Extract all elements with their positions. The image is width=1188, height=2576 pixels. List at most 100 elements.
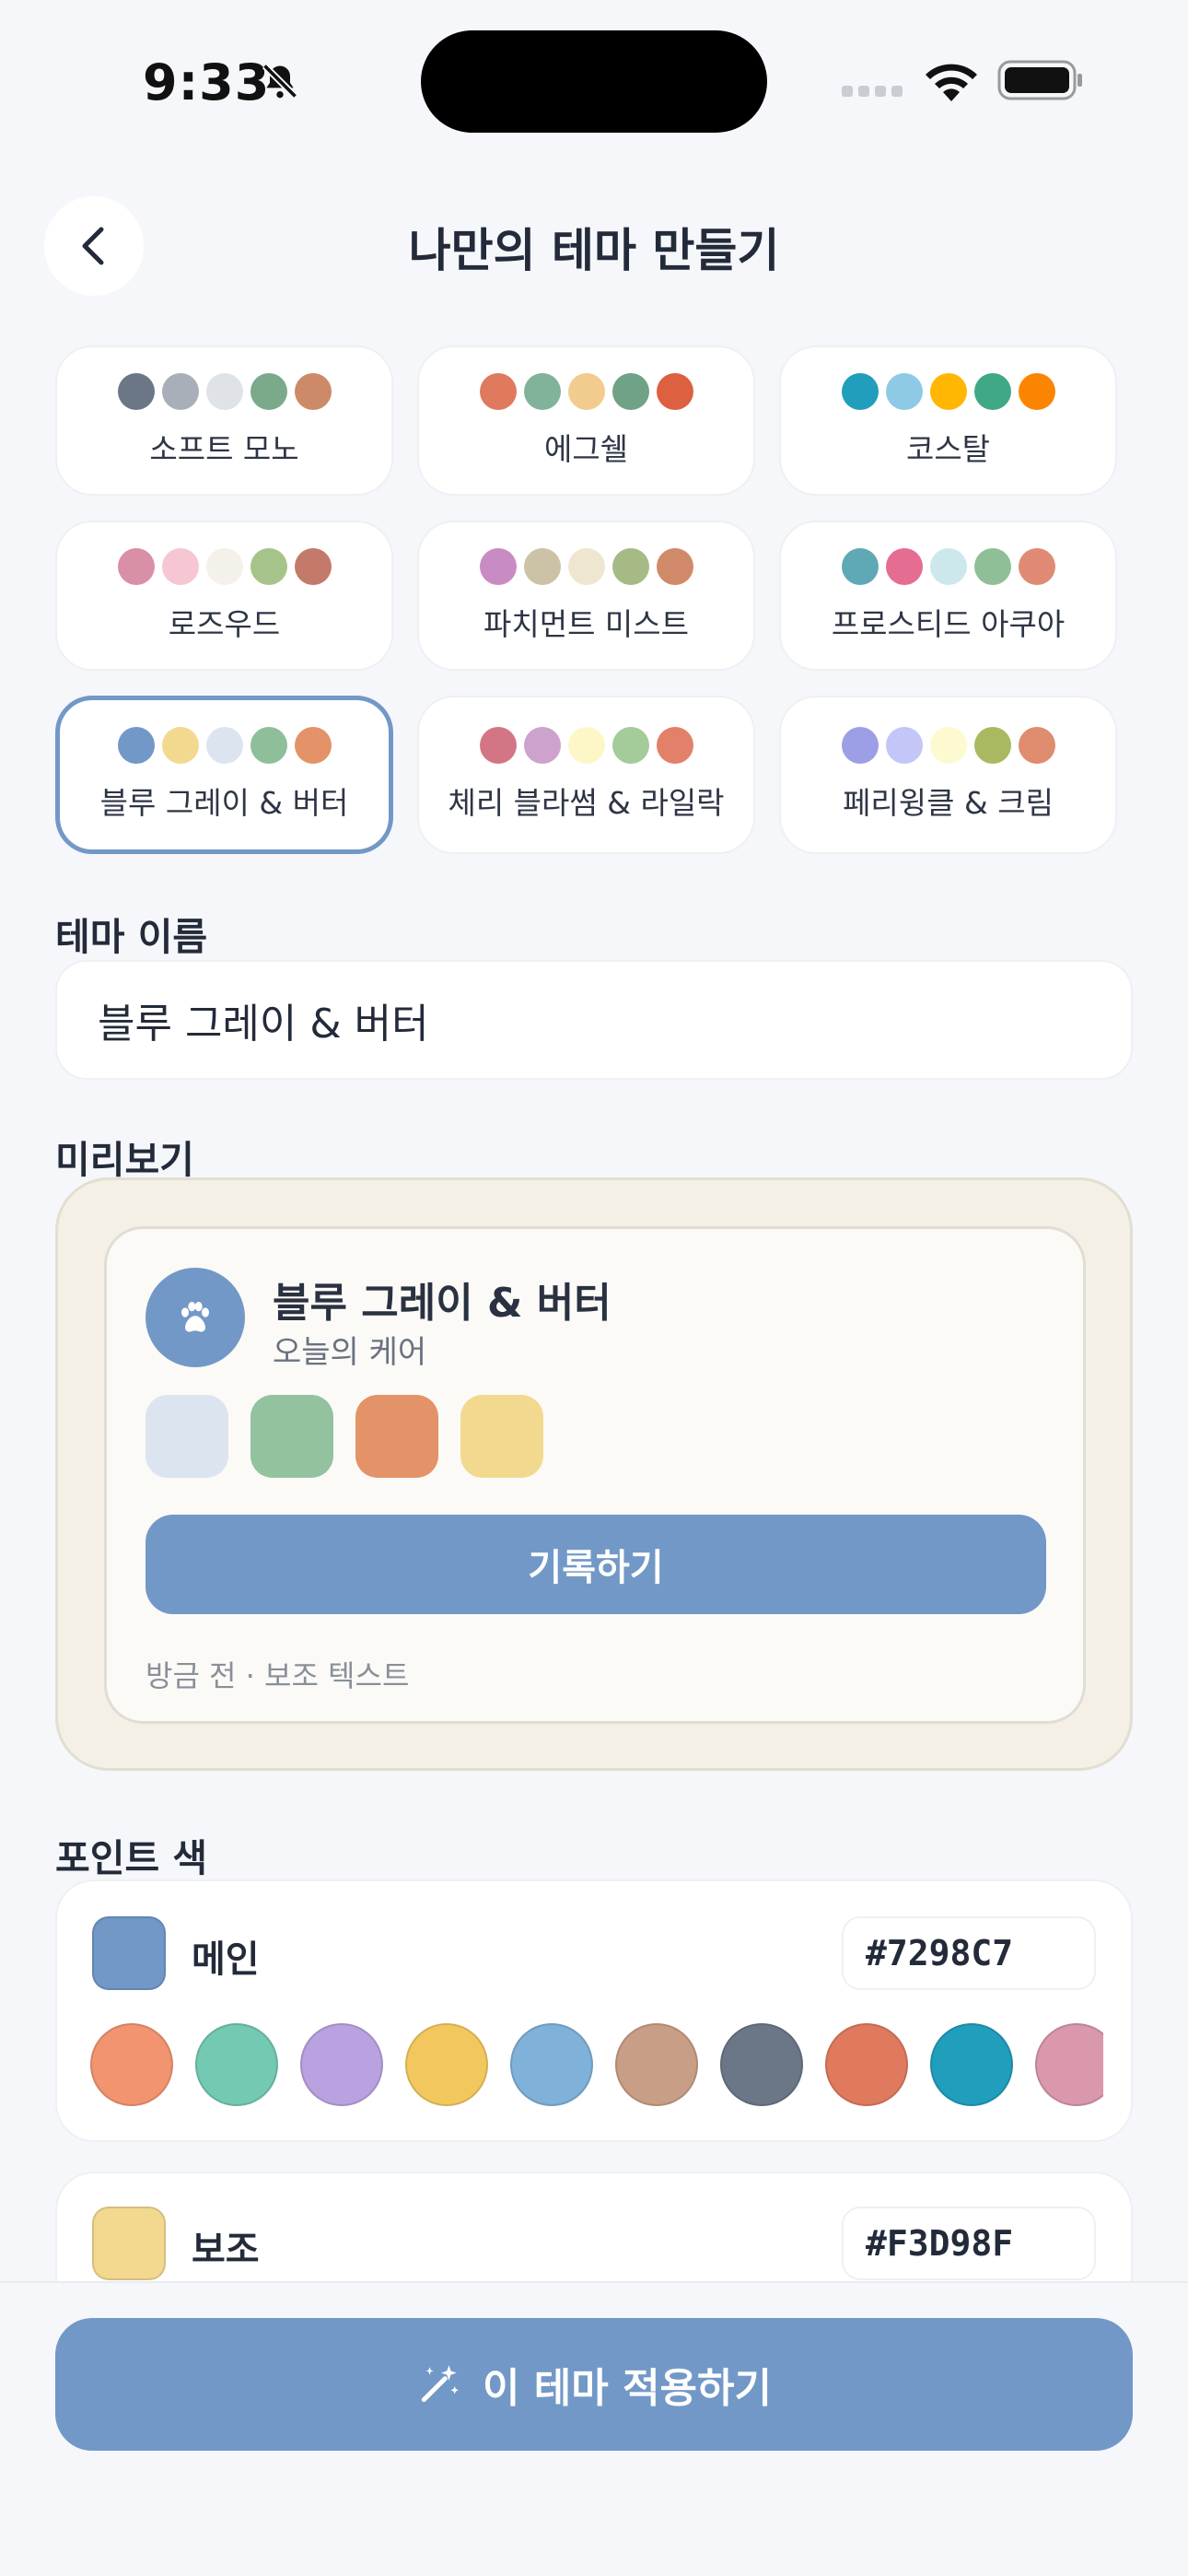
preset-color-dot — [656, 547, 693, 585]
preset-color-dot — [929, 372, 967, 410]
palette-color-option[interactable] — [90, 2023, 173, 2106]
preset-card[interactable]: 페리윙클 & 크림 — [779, 696, 1117, 854]
main-hex-input[interactable] — [842, 1916, 1096, 1990]
preset-color-dot — [929, 547, 967, 585]
palette-color-option[interactable] — [720, 2023, 803, 2106]
preset-color-dot — [523, 547, 561, 585]
preview-swatch — [250, 1395, 333, 1478]
preset-color-dot — [161, 372, 199, 410]
preset-color-dot — [205, 727, 243, 764]
preset-color-dot — [161, 547, 199, 585]
preset-color-dot — [973, 727, 1011, 764]
preset-color-dots — [841, 547, 1055, 585]
preset-color-dot — [656, 372, 693, 410]
palette-color-option[interactable] — [405, 2023, 488, 2106]
preset-color-dot — [841, 727, 879, 764]
preset-color-dot — [117, 727, 155, 764]
preset-label: 프로스티드 아쿠아 — [831, 605, 1066, 642]
preset-color-dot — [250, 372, 287, 410]
preset-color-dot — [567, 372, 605, 410]
theme-name-input[interactable] — [55, 960, 1133, 1080]
theme-name-label: 테마 이름 — [55, 915, 208, 959]
preset-color-dot — [973, 372, 1011, 410]
preset-label: 블루 그레이 & 버터 — [99, 785, 349, 821]
preset-label: 파치먼트 미스트 — [483, 605, 689, 642]
preview-swatch — [146, 1395, 228, 1478]
preview-meta-text: 방금 전 · 보조 텍스트 — [146, 1658, 410, 1693]
preset-card[interactable]: 로즈우드 — [55, 521, 393, 671]
preset-color-dot — [841, 372, 879, 410]
preset-label: 에그쉘 — [543, 430, 629, 467]
page-title: 나만의 테마 만들기 — [408, 224, 780, 277]
preset-label: 페리윙클 & 크림 — [843, 785, 1054, 821]
preset-color-dot — [117, 372, 155, 410]
point-color-label: 포인트 색 — [55, 1836, 208, 1880]
preview-record-button[interactable]: 기록하기 — [146, 1515, 1046, 1614]
preset-card[interactable]: 파치먼트 미스트 — [417, 521, 755, 671]
preset-color-dot — [205, 372, 243, 410]
wifi-icon — [926, 64, 977, 101]
preset-color-dot — [885, 372, 923, 410]
sub-color-swatch[interactable] — [92, 2207, 166, 2280]
preset-label: 로즈우드 — [168, 605, 281, 642]
battery-icon — [997, 60, 1082, 100]
preset-card[interactable]: 소프트 모노 — [55, 345, 393, 496]
preset-color-dot — [205, 547, 243, 585]
preset-label: 소프트 모노 — [149, 430, 299, 467]
main-color-label: 메인 — [192, 1938, 260, 1981]
sub-hex-input[interactable] — [842, 2207, 1096, 2280]
preset-card[interactable]: 체리 블라썸 & 라일락 — [417, 696, 755, 854]
preset-color-dots — [841, 727, 1055, 764]
preset-color-dot — [161, 727, 199, 764]
preview-swatch — [460, 1395, 543, 1478]
preset-color-dot — [479, 547, 517, 585]
preset-color-dots — [117, 727, 332, 764]
preset-color-dots — [479, 727, 693, 764]
preset-color-dot — [973, 547, 1011, 585]
palette-color-option[interactable] — [510, 2023, 593, 2106]
cellular-signal-icon — [842, 86, 903, 97]
preset-label: 코스탈 — [905, 430, 991, 467]
preset-color-dot — [294, 547, 332, 585]
palette-color-option[interactable] — [195, 2023, 278, 2106]
preset-color-dot — [611, 727, 649, 764]
preset-color-dot — [1018, 727, 1055, 764]
palette-color-option[interactable] — [930, 2023, 1013, 2106]
preset-color-dot — [611, 547, 649, 585]
preset-color-dots — [117, 372, 332, 410]
apply-theme-button[interactable]: 이 테마 적용하기 — [55, 2318, 1133, 2451]
main-color-swatch[interactable] — [92, 1916, 166, 1990]
preset-color-dots — [479, 372, 693, 410]
preset-color-dot — [117, 547, 155, 585]
preset-color-dot — [523, 372, 561, 410]
preview-container: 블루 그레이 & 버터 오늘의 케어 기록하기 방금 전 · 보조 텍스트 — [55, 1177, 1133, 1771]
preview-card: 블루 그레이 & 버터 오늘의 케어 기록하기 방금 전 · 보조 텍스트 — [104, 1226, 1086, 1724]
preset-color-dot — [885, 547, 923, 585]
magic-wand-icon — [421, 2365, 459, 2403]
palette-color-option[interactable] — [300, 2023, 383, 2106]
preset-color-dot — [656, 727, 693, 764]
palette-color-option[interactable] — [825, 2023, 908, 2106]
preset-color-dot — [885, 727, 923, 764]
preview-swatch — [355, 1395, 438, 1478]
preset-color-dots — [479, 547, 693, 585]
apply-theme-label: 이 테마 적용하기 — [483, 2365, 772, 2412]
preset-color-dot — [294, 372, 332, 410]
preset-card[interactable]: 블루 그레이 & 버터 — [55, 696, 393, 854]
preset-color-dot — [1018, 372, 1055, 410]
palette-color-option[interactable] — [615, 2023, 698, 2106]
preset-card[interactable]: 에그쉘 — [417, 345, 755, 496]
preset-color-dot — [523, 727, 561, 764]
preset-color-dot — [1018, 547, 1055, 585]
preset-label: 체리 블라썸 & 라일락 — [448, 785, 725, 821]
preset-card[interactable]: 코스탈 — [779, 345, 1117, 496]
color-palette — [90, 2020, 1103, 2108]
bell-slash-icon — [262, 63, 298, 100]
dynamic-island — [421, 30, 767, 133]
paw-icon — [181, 1301, 210, 1332]
palette-color-option[interactable] — [1035, 2023, 1103, 2106]
sub-color-label: 보조 — [192, 2229, 260, 2271]
preset-card[interactable]: 프로스티드 아쿠아 — [779, 521, 1117, 671]
preset-color-dot — [611, 372, 649, 410]
preset-color-dot — [294, 727, 332, 764]
